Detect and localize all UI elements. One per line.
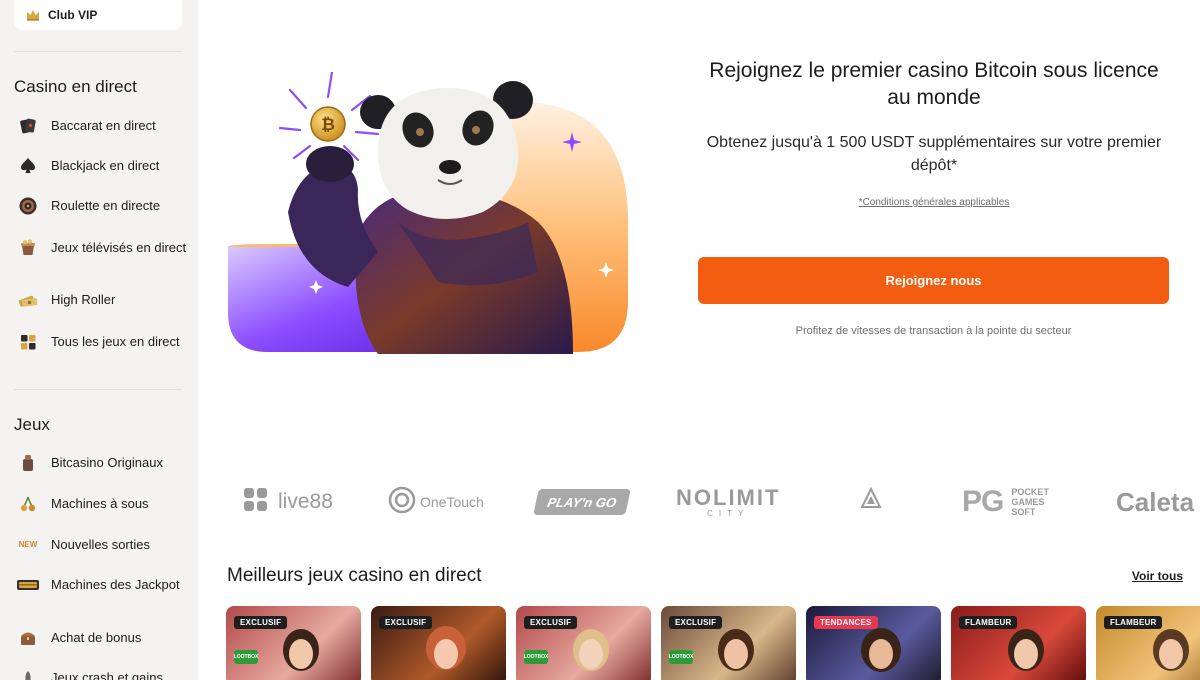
see-all-link[interactable]: Voir tous bbox=[1132, 569, 1183, 583]
game-card[interactable]: EXCLUSIF LOOTBOX bbox=[661, 606, 796, 680]
provider-onetouch[interactable]: OneTouch bbox=[388, 480, 484, 524]
grid-games-icon bbox=[14, 328, 42, 356]
join-button[interactable]: Rejoignez nous bbox=[698, 257, 1169, 304]
hero-subtitle: Obtenez jusqu'à 1 500 USDT supplémentair… bbox=[706, 134, 1162, 174]
provider-name: OneTouch bbox=[420, 494, 484, 510]
sidebar-item-label: Tous les jeux en direct bbox=[51, 334, 180, 349]
svg-text:₿: ₿ bbox=[321, 115, 335, 134]
provider-live88[interactable]: live88 bbox=[242, 480, 333, 524]
money-stack-icon bbox=[14, 286, 42, 314]
sidebar-item-label: Jeux télévisés en direct bbox=[51, 240, 187, 255]
spade-icon bbox=[14, 152, 42, 180]
lootbox-badge: LOOTBOX bbox=[234, 650, 258, 664]
provider-playngo[interactable]: PLAY'n GO bbox=[533, 480, 631, 524]
sidebar-item-crash-games[interactable]: Jeux crash et gains bbox=[14, 664, 190, 680]
playngo-logo-icon: PLAY'n GO bbox=[533, 489, 631, 515]
divider bbox=[14, 51, 182, 52]
sidebar-item-label: Bitcasino Originaux bbox=[51, 455, 163, 470]
lootbox-badge: LOOTBOX bbox=[524, 650, 548, 664]
game-card[interactable]: TENDANCES bbox=[806, 606, 941, 680]
game-card[interactable]: EXCLUSIF LOOTBOX bbox=[226, 606, 361, 680]
sidebar-item-label: Nouvelles sorties bbox=[51, 537, 150, 552]
pg-soft-logo-icon: PG bbox=[962, 485, 1004, 518]
transaction-speed-note: Profitez de vitesses de transaction à la… bbox=[795, 325, 1072, 337]
games-section-title: Meilleurs jeux casino en direct bbox=[227, 565, 482, 586]
bonus-chest-icon bbox=[14, 624, 42, 652]
tv-show-icon bbox=[14, 234, 42, 262]
game-card[interactable]: EXCLUSIF bbox=[371, 606, 506, 680]
sidebar-item-label: Roulette en directe bbox=[51, 198, 161, 213]
sidebar-item-live-roulette[interactable]: Roulette en directe bbox=[14, 192, 190, 220]
sidebar: Club VIP Casino en direct Baccarat en di… bbox=[0, 0, 198, 680]
divider bbox=[14, 389, 182, 390]
sidebar-item-label: High Roller bbox=[51, 292, 116, 307]
provider-name: POCKET GAMES SOFT bbox=[1011, 487, 1049, 517]
sidebar-item-label: Blackjack en direct bbox=[51, 158, 160, 173]
roulette-icon bbox=[14, 192, 42, 220]
sidebar-item-jackpot[interactable]: Machines des Jackpot bbox=[14, 571, 190, 599]
game-card[interactable]: FLAMBEUR bbox=[951, 606, 1086, 680]
sidebar-item-label: Baccarat en direct bbox=[51, 118, 156, 133]
playing-cards-icon bbox=[14, 112, 42, 140]
sidebar-item-game-shows[interactable]: Jeux télévisés en direct bbox=[14, 234, 190, 262]
originals-icon bbox=[14, 449, 42, 477]
hero-panda-illustration: ₿ bbox=[228, 70, 630, 354]
sidebar-item-bonus-buy[interactable]: Achat de bonus bbox=[14, 624, 190, 652]
new-badge-icon: NEW bbox=[18, 540, 38, 549]
sidebar-item-label: Machines à sous bbox=[51, 496, 149, 511]
live88-logo-icon bbox=[242, 486, 270, 519]
rocket-icon bbox=[14, 664, 42, 680]
provider-triangle[interactable] bbox=[860, 480, 882, 524]
sidebar-item-slots[interactable]: Machines à sous bbox=[14, 490, 190, 518]
sidebar-item-club-vip[interactable]: Club VIP bbox=[14, 0, 182, 30]
provider-pg-soft[interactable]: PG POCKET GAMES SOFT bbox=[962, 480, 1055, 524]
provider-name: live88 bbox=[278, 490, 333, 513]
sidebar-item-originals[interactable]: Bitcasino Originaux bbox=[14, 449, 190, 477]
section-title-live-casino: Casino en direct bbox=[14, 77, 137, 96]
game-card[interactable]: FLAMBEUR bbox=[1096, 606, 1200, 680]
sidebar-item-all-live-games[interactable]: Tous les jeux en direct bbox=[14, 328, 190, 356]
provider-name: Caleta bbox=[1116, 486, 1195, 517]
lootbox-badge: LOOTBOX bbox=[669, 650, 693, 664]
crown-icon bbox=[26, 9, 40, 21]
section-title-games: Jeux bbox=[14, 415, 50, 434]
sidebar-item-new-releases[interactable]: NEW Nouvelles sorties bbox=[14, 531, 190, 559]
provider-name: PLAY'n GO bbox=[546, 494, 618, 510]
terms-link[interactable]: *Conditions générales applicables bbox=[698, 197, 1170, 208]
jackpot-icon bbox=[14, 571, 42, 599]
provider-name: NOLIMIT bbox=[676, 484, 781, 510]
sidebar-item-live-blackjack[interactable]: Blackjack en direct bbox=[14, 152, 190, 180]
hero-title: Rejoignez le premier casino Bitcoin sous… bbox=[709, 59, 1159, 109]
sidebar-item-live-baccarat[interactable]: Baccarat en direct bbox=[14, 112, 190, 140]
sidebar-item-high-roller[interactable]: High Roller bbox=[14, 286, 190, 314]
provider-nolimit-city[interactable]: NOLIMIT CITY bbox=[676, 480, 780, 524]
onetouch-logo-icon bbox=[388, 485, 416, 520]
cherries-icon bbox=[14, 490, 42, 518]
sidebar-item-label: Machines des Jackpot bbox=[51, 577, 180, 592]
sidebar-item-label: Achat de bonus bbox=[51, 630, 142, 645]
provider-logos: live88 OneTouch PLAY'n GO NOLIMIT CITY P… bbox=[228, 480, 1200, 524]
triangle-provider-logo-icon bbox=[860, 486, 882, 518]
game-cards-row: EXCLUSIF LOOTBOX EXCLUSIF EXCLUSIF LOOTB… bbox=[226, 606, 1200, 680]
provider-subname: CITY bbox=[707, 508, 750, 518]
game-card[interactable]: EXCLUSIF LOOTBOX bbox=[516, 606, 651, 680]
provider-caleta[interactable]: Caleta bbox=[1116, 480, 1194, 524]
sidebar-item-label: Jeux crash et gains bbox=[51, 670, 164, 680]
sidebar-item-label: Club VIP bbox=[48, 8, 98, 22]
